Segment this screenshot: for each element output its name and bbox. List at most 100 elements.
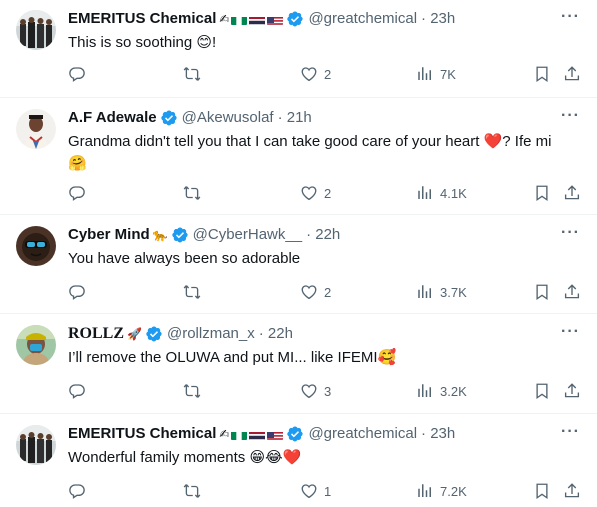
retweet-icon <box>183 67 201 81</box>
share-icon <box>564 284 580 299</box>
views-button[interactable]: 3.2K <box>416 379 467 403</box>
retweet-icon <box>183 285 201 299</box>
like-button[interactable]: 2 <box>300 62 331 86</box>
bookmark-button[interactable] <box>533 479 551 503</box>
display-name[interactable]: A.F Adewale <box>68 108 157 128</box>
views-button[interactable]: 7.2K <box>416 479 467 503</box>
views-button[interactable]: 3.7K <box>416 280 467 304</box>
like-button[interactable]: 2 <box>300 181 331 205</box>
display-name[interactable]: EMERITUS Chemical <box>68 9 216 29</box>
reply-button[interactable] <box>68 379 92 403</box>
action-bar: 2 3.7K <box>68 280 581 304</box>
retweet-button[interactable] <box>183 62 207 86</box>
handle[interactable]: @rollzman_x <box>167 324 255 344</box>
share-button[interactable] <box>563 181 581 205</box>
bookmark-icon <box>536 483 548 500</box>
like-button[interactable]: 2 <box>300 280 331 304</box>
tweet-5[interactable]: EMERITUS Chemical ✍ @greatchemical · 23h… <box>0 415 597 507</box>
like-icon <box>301 285 317 300</box>
tweet-header: EMERITUS Chemical ✍ @greatchemical · 23h <box>68 424 455 444</box>
more-icon[interactable]: ··· <box>561 9 579 26</box>
bookmark-icon <box>536 284 548 301</box>
reply-button[interactable] <box>68 280 92 304</box>
writing-hand-emoji: ✍ <box>219 12 230 26</box>
share-icon <box>564 66 580 81</box>
display-name[interactable]: Cyber Mind <box>68 225 150 245</box>
share-button[interactable] <box>563 379 581 403</box>
avatar[interactable] <box>16 226 56 266</box>
tweet-1[interactable]: EMERITUS Chemical ✍ @greatchemical · 23h… <box>0 0 597 98</box>
retweet-icon <box>183 186 201 200</box>
tweet-2[interactable]: A.F Adewale @Akewusolaf · 21h ··· Grandm… <box>0 99 597 215</box>
action-bar: 2 4.1K <box>68 181 581 205</box>
verified-icon <box>287 426 304 442</box>
like-button[interactable]: 1 <box>300 479 331 503</box>
more-icon[interactable]: ··· <box>561 424 579 441</box>
action-bar: 1 7.2K <box>68 479 581 503</box>
tweet-header: ROLLZ 🚀 @rollzman_x · 22h <box>68 324 293 344</box>
share-button[interactable] <box>563 479 581 503</box>
bookmark-icon <box>536 383 548 400</box>
like-icon <box>301 186 317 201</box>
share-icon <box>564 185 580 200</box>
timestamp[interactable]: · 21h <box>278 108 312 128</box>
share-button[interactable] <box>563 62 581 86</box>
timestamp[interactable]: · 23h <box>421 9 455 29</box>
share-button[interactable] <box>563 280 581 304</box>
tweet-3[interactable]: Cyber Mind 🐆 @CyberHawk__ · 22h ··· You … <box>0 216 597 314</box>
handle[interactable]: @Akewusolaf <box>182 108 274 128</box>
reply-button[interactable] <box>68 62 92 86</box>
timestamp[interactable]: · 23h <box>421 424 455 444</box>
tweet-text-line: Grandma didn't tell you that I can take … <box>68 133 552 150</box>
tweet-text: Wonderful family moments 😁😂❤️ <box>68 449 302 466</box>
reply-button[interactable] <box>68 479 92 503</box>
usa-flag-icon <box>267 429 284 440</box>
avatar[interactable] <box>16 325 56 365</box>
reply-button[interactable] <box>68 181 92 205</box>
reply-icon <box>69 484 85 499</box>
avatar[interactable] <box>16 425 56 465</box>
handle[interactable]: @greatchemical <box>308 9 417 29</box>
retweet-button[interactable] <box>183 181 207 205</box>
like-icon <box>301 67 317 82</box>
writing-hand-emoji: ✍ <box>219 427 230 441</box>
views-button[interactable]: 4.1K <box>416 181 467 205</box>
tweet-header: EMERITUS Chemical ✍ @greatchemical · 23h <box>68 9 455 29</box>
thailand-flag-icon <box>249 14 266 25</box>
views-button[interactable]: 7K <box>416 62 456 86</box>
tweet-text: This is so soothing 😊! <box>68 34 217 51</box>
views-icon <box>418 484 431 497</box>
more-icon[interactable]: ··· <box>561 225 579 242</box>
bookmark-button[interactable] <box>533 62 551 86</box>
like-button[interactable]: 3 <box>300 379 331 403</box>
tweet-text: Grandma didn't tell you that I can take … <box>68 131 557 175</box>
more-icon[interactable]: ··· <box>561 324 579 341</box>
timestamp[interactable]: · 22h <box>259 324 293 344</box>
tweet-4[interactable]: ROLLZ 🚀 @rollzman_x · 22h ··· I’ll remov… <box>0 315 597 414</box>
action-bar: 2 7K <box>68 62 581 86</box>
bookmark-icon <box>536 66 548 83</box>
retweet-button[interactable] <box>183 280 207 304</box>
usa-flag-icon <box>267 14 284 25</box>
timestamp[interactable]: · 22h <box>306 225 340 245</box>
bookmark-button[interactable] <box>533 379 551 403</box>
tweet-header: A.F Adewale @Akewusolaf · 21h <box>68 108 312 128</box>
reply-icon <box>69 67 85 82</box>
more-icon[interactable]: ··· <box>561 108 579 125</box>
share-icon <box>564 483 580 498</box>
display-name[interactable]: EMERITUS Chemical <box>68 424 216 444</box>
tweet-text: You have always been so adorable <box>68 250 301 267</box>
reply-icon <box>69 285 85 300</box>
avatar[interactable] <box>16 10 56 50</box>
handle[interactable]: @greatchemical <box>308 424 417 444</box>
avatar[interactable] <box>16 109 56 149</box>
bookmark-button[interactable] <box>533 181 551 205</box>
handle[interactable]: @CyberHawk__ <box>193 225 302 245</box>
retweet-button[interactable] <box>183 379 207 403</box>
verified-icon <box>287 11 304 27</box>
tweet-header: Cyber Mind 🐆 @CyberHawk__ · 22h <box>68 225 340 245</box>
retweet-button[interactable] <box>183 479 207 503</box>
display-name[interactable]: ROLLZ <box>68 324 124 344</box>
bookmark-button[interactable] <box>533 280 551 304</box>
bookmark-icon <box>536 185 548 202</box>
